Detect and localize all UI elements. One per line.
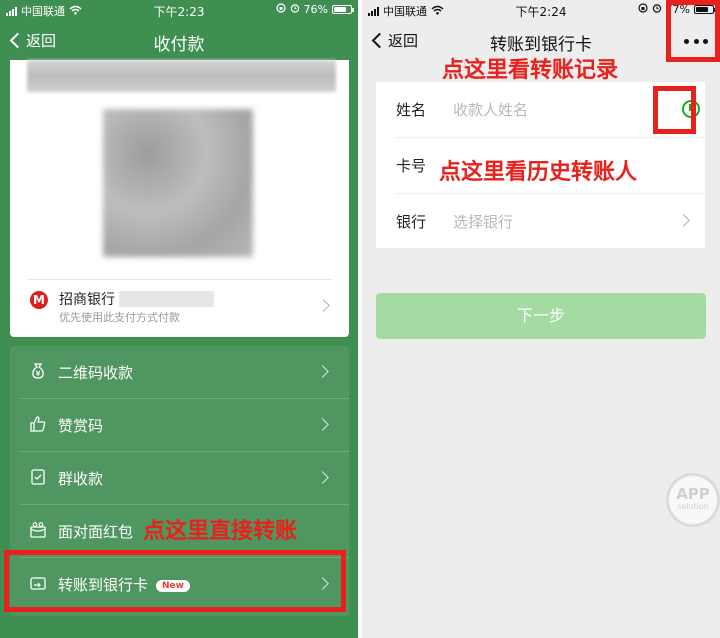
left-phone-screen: 中国联通 下午2:23 76% 返回 收付款 M 招商银行 优先使用此支付方式付… (0, 0, 358, 638)
alarm-icon (290, 3, 300, 16)
field-label: 姓名 (396, 101, 427, 119)
barcode-blurred[interactable] (27, 60, 336, 92)
cmb-bank-logo-icon: M (30, 291, 48, 309)
payment-code-card: M 招商银行 优先使用此支付方式付款 (10, 60, 349, 337)
payee-name-input[interactable]: 收款人姓名 (453, 99, 528, 120)
orientation-lock-icon (637, 3, 648, 16)
menu-item-label: 二维码收款 (58, 364, 134, 382)
card-number-masked (119, 291, 214, 307)
bank-name: 招商银行 (59, 292, 115, 308)
annotation-highlight-box (653, 86, 696, 134)
watermark-line1: APP (676, 485, 710, 503)
annotation-highlight-box (4, 550, 346, 612)
annotation-transfer-records: 点这里看转账记录 (442, 58, 619, 83)
menu-item-group-collect[interactable]: 群收款 (10, 452, 349, 504)
group-bill-icon (29, 468, 47, 486)
page-title: 收付款 (153, 35, 205, 55)
red-packet-icon (29, 521, 47, 539)
chevron-right-icon (677, 214, 690, 227)
field-label: 卡号 (396, 157, 427, 175)
money-bag-icon (29, 362, 47, 380)
payment-method-row[interactable]: M 招商银行 优先使用此支付方式付款 (27, 287, 332, 327)
chevron-right-icon (316, 418, 329, 431)
chevron-right-icon (316, 471, 329, 484)
menu-item-label: 群收款 (58, 470, 104, 488)
qr-code-blurred[interactable] (103, 109, 253, 257)
menu-item-label: 面对面红包 (58, 523, 134, 541)
thumbs-up-icon (29, 415, 47, 433)
nav-bar: 返回 收付款 (0, 22, 358, 60)
chevron-right-icon (316, 365, 329, 378)
menu-item-appreciation-code[interactable]: 赞赏码 (10, 399, 349, 451)
annotation-highlight-box (666, 0, 720, 62)
divider (27, 279, 332, 280)
app-solution-watermark: APP solution (666, 473, 720, 527)
chevron-right-icon (317, 299, 330, 312)
next-step-button[interactable]: 下一步 (376, 293, 706, 339)
menu-item-qr-receive[interactable]: 二维码收款 (10, 346, 349, 398)
field-label: 银行 (396, 213, 427, 231)
annotation-transfer-history: 点这里看历史转账人 (439, 160, 638, 185)
orientation-lock-icon (275, 3, 286, 16)
bank-select-row[interactable]: 银行 选择银行 (376, 194, 705, 249)
watermark-line2: solution (677, 502, 709, 511)
right-phone-screen: 中国联通 下午2:24 77% 返回 转账到银行卡 点这里看转账记录 姓名 收款… (362, 0, 720, 638)
payment-method-hint: 优先使用此支付方式付款 (59, 311, 180, 324)
bank-select[interactable]: 选择银行 (453, 211, 513, 232)
alarm-icon (652, 3, 662, 16)
battery-icon (332, 5, 354, 14)
status-bar: 中国联通 下午2:23 76% (0, 0, 358, 20)
annotation-direct-transfer: 点这里直接转账 (143, 519, 298, 544)
menu-item-label: 赞赏码 (58, 417, 104, 435)
battery-percent: 76% (303, 3, 328, 16)
